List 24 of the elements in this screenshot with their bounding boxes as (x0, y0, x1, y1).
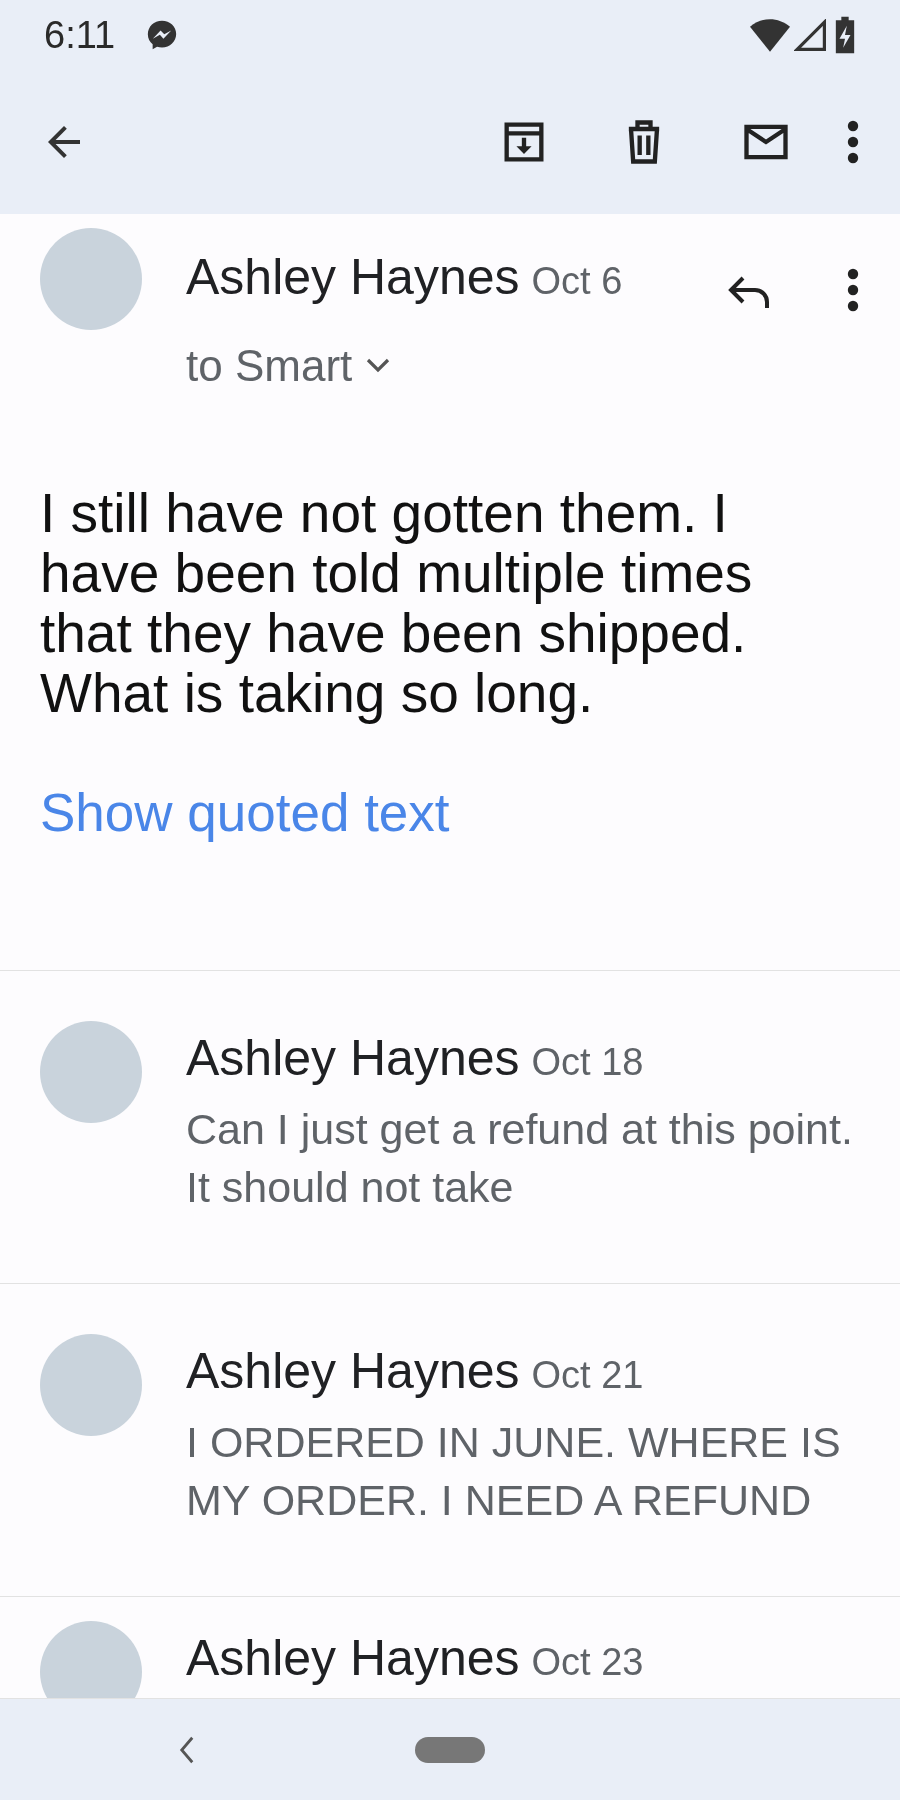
message-date: Oct 23 (531, 1640, 644, 1685)
message-body: I still have not gotten them. I have been told multiple times that they have been shipped. What is taking so long. (40, 483, 754, 723)
message-snippet: I ORDERED IN JUNE. WHERE IS MY ORDER. I NEED A REFUND (186, 1417, 842, 1526)
show-quoted-text-link[interactable]: Show quoted text (40, 773, 450, 853)
signal-icon (794, 19, 826, 51)
message-row[interactable]: Ashley Haynes Oct 21 I ORDERED IN JUNE. WHERE IS MY ORDER. I NEED A REFUND (0, 1284, 900, 1597)
chevron-down-icon[interactable] (366, 358, 391, 374)
recipient-label[interactable]: to Smart (186, 333, 353, 399)
more-options-icon[interactable] (846, 120, 860, 164)
wifi-icon (750, 18, 790, 52)
sender-name: Ashley Haynes (186, 1029, 520, 1088)
sender-name: Ashley Haynes (186, 248, 520, 307)
status-time: 6:11 (44, 12, 116, 58)
message-date: Oct 6 (531, 259, 623, 304)
more-options-icon[interactable] (846, 268, 860, 312)
home-handle[interactable] (415, 1736, 485, 1763)
back-chevron-icon[interactable] (178, 1735, 196, 1764)
battery-icon (834, 16, 856, 54)
sender-name: Ashley Haynes (186, 1342, 520, 1401)
message-snippet: Can I just get a refund at this point. It should not take (186, 1104, 854, 1213)
message-date: Oct 18 (531, 1040, 644, 1085)
message-date: Oct 21 (531, 1353, 644, 1398)
message-row[interactable]: Ashley Haynes Oct 18 Can I just get a refund at this point. It should not take (0, 971, 900, 1284)
sender-name: Ashley Haynes (186, 1629, 520, 1688)
